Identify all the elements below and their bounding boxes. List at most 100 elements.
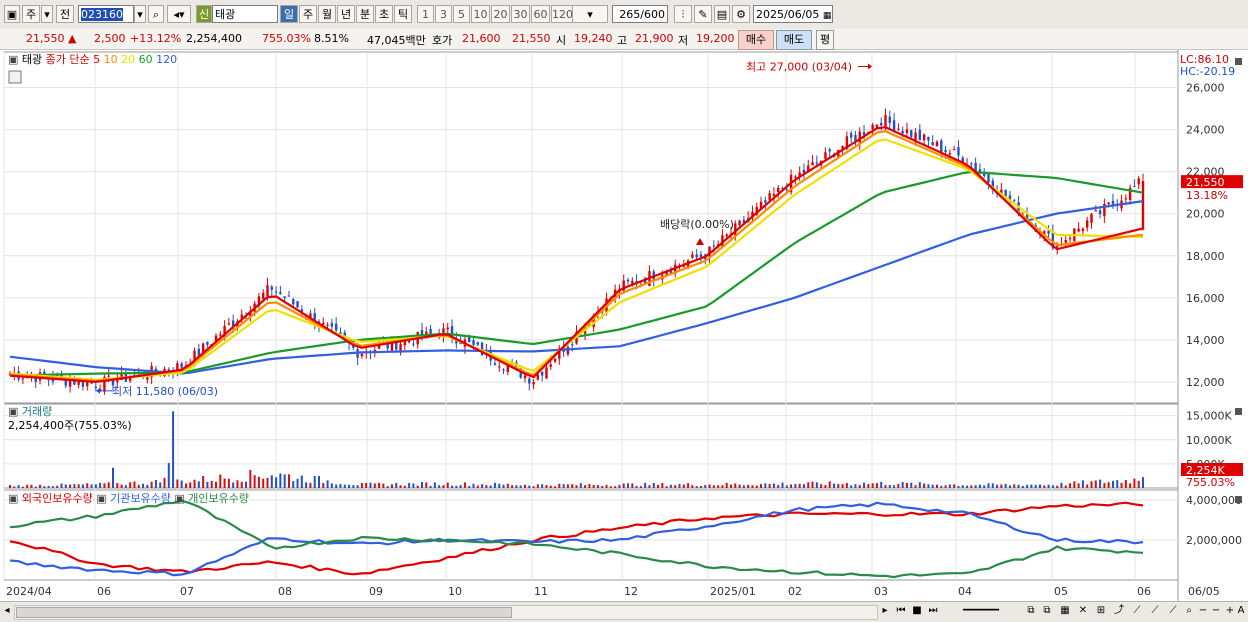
- candle-body: [206, 341, 209, 345]
- candle-body: [970, 163, 973, 165]
- holding-legend-1: 기관보유수량: [110, 492, 174, 505]
- mode-select[interactable]: 주: [22, 5, 40, 23]
- prev-button[interactable]: 전: [56, 5, 74, 23]
- volume-title-icon: ▣: [8, 405, 22, 418]
- stock-name-field[interactable]: 태광: [212, 5, 278, 23]
- candle-body: [296, 301, 299, 308]
- period-extra-select[interactable]: ▾: [572, 5, 608, 23]
- count-input[interactable]: 265/600: [612, 5, 668, 23]
- line-tool-2-icon[interactable]: ⟋: [1148, 604, 1162, 618]
- gear-icon[interactable]: ⚙: [732, 5, 750, 23]
- candle-body: [86, 382, 89, 387]
- stop-icon[interactable]: ■: [910, 604, 924, 618]
- zoom-slider[interactable]: ━━━━━━: [946, 604, 1016, 618]
- period-tab-6[interactable]: 틱: [394, 5, 412, 23]
- zoom-icon[interactable]: ⌕: [1182, 604, 1196, 618]
- candle-body: [107, 375, 110, 377]
- volume-bar: [335, 484, 338, 488]
- indicator-icon[interactable]: ⊞: [1094, 604, 1108, 618]
- candle-body: [34, 378, 37, 382]
- candle-body: [828, 149, 831, 152]
- chevron-down-icon[interactable]: ▾: [41, 5, 53, 23]
- open-label: 시: [556, 34, 567, 47]
- volume-bar: [56, 485, 59, 488]
- candle-body: [287, 295, 291, 297]
- interval-5[interactable]: 5: [453, 5, 470, 23]
- forward-icon[interactable]: ⏭: [926, 604, 940, 618]
- font-size-icon[interactable]: A: [1234, 604, 1248, 618]
- volume-bar: [266, 477, 269, 488]
- volume-bar: [403, 485, 406, 488]
- sell-button[interactable]: 매도: [776, 30, 812, 50]
- candle-body: [922, 134, 926, 141]
- volume-bar: [627, 483, 629, 488]
- ma-legend-20: 20: [121, 53, 139, 66]
- layout-icon[interactable]: ⧉: [1024, 604, 1038, 618]
- candle-body: [1047, 230, 1050, 234]
- volume-bar: [378, 482, 381, 488]
- period-tab-3[interactable]: 년: [337, 5, 355, 23]
- window-menu-icon[interactable]: ▣: [4, 5, 20, 23]
- period-tab-4[interactable]: 분: [356, 5, 374, 23]
- candle-body: [330, 323, 334, 327]
- zoom-reset-icon[interactable]: −: [1209, 604, 1223, 618]
- volume-bar: [987, 483, 990, 488]
- volume-bar: [9, 485, 11, 488]
- interval-3[interactable]: 3: [435, 5, 452, 23]
- candle-body: [502, 369, 505, 371]
- interval-30[interactable]: 30: [511, 5, 530, 23]
- date-tick-label: 06: [1137, 585, 1151, 598]
- candle-body: [571, 344, 574, 346]
- speaker-icon[interactable]: ◂▾: [167, 5, 191, 23]
- interval-1[interactable]: 1: [417, 5, 434, 23]
- line-tool-icon[interactable]: ⟋: [1130, 604, 1144, 618]
- volume-bar: [596, 485, 599, 488]
- candle-icon[interactable]: ⫶: [674, 5, 692, 23]
- scroll-left-icon[interactable]: ◂: [0, 604, 14, 618]
- date-tick-label: 11: [534, 585, 548, 598]
- horizontal-scrollbar[interactable]: [14, 605, 878, 620]
- low-value: 19,200: [696, 32, 735, 45]
- grid-icon[interactable]: ▦: [1058, 604, 1072, 618]
- scroll-thumb[interactable]: [16, 607, 512, 618]
- crosshair-icon[interactable]: ✕: [1076, 604, 1090, 618]
- line-tool-3-icon[interactable]: ⟋: [1166, 604, 1180, 618]
- chevron-down-icon[interactable]: ▾: [134, 5, 146, 23]
- candle-body: [292, 299, 295, 305]
- volume-bar: [691, 485, 694, 488]
- volume-bar: [871, 483, 874, 488]
- stock-chart[interactable]: 26,00024,00022,00020,00018,00016,00014,0…: [0, 50, 1248, 601]
- interval-120[interactable]: 120: [551, 5, 573, 23]
- period-tab-1[interactable]: 주: [299, 5, 317, 23]
- period-tab-2[interactable]: 월: [318, 5, 336, 23]
- interval-10[interactable]: 10: [471, 5, 490, 23]
- current-price-pct: 13.18%: [1186, 189, 1228, 202]
- tools-icon[interactable]: ✎: [694, 5, 712, 23]
- split-icon[interactable]: ⧉: [1040, 604, 1054, 618]
- candle-body: [927, 136, 930, 141]
- volume-bar: [1073, 481, 1076, 488]
- ma-legend-60: 60: [139, 53, 157, 66]
- period-tab-0[interactable]: 일: [280, 5, 298, 23]
- save-icon[interactable]: ▤: [714, 5, 730, 23]
- rewind-icon[interactable]: ⏮: [894, 604, 908, 618]
- date-tick-label: 2024/04: [6, 585, 52, 598]
- eval-button[interactable]: 평: [816, 30, 834, 50]
- calendar-icon[interactable]: ▦: [823, 11, 832, 21]
- interval-60[interactable]: 60: [531, 5, 550, 23]
- period-tab-5[interactable]: 초: [375, 5, 393, 23]
- date-input[interactable]: 2025/06/05 ▦: [753, 5, 833, 23]
- export-icon[interactable]: ⤴: [1112, 604, 1126, 618]
- search-icon[interactable]: ⌕: [148, 5, 164, 23]
- scroll-right-icon[interactable]: ▸: [878, 604, 892, 618]
- volume-bar: [1043, 485, 1046, 488]
- price-tick-label: 24,000: [1186, 124, 1225, 137]
- buy-button[interactable]: 매수: [738, 30, 774, 50]
- stock-code-input[interactable]: 023160: [78, 5, 134, 23]
- volume-bar: [768, 483, 771, 488]
- interval-20[interactable]: 20: [491, 5, 510, 23]
- volume-bar: [1069, 483, 1072, 488]
- volume-bar: [609, 486, 612, 488]
- zoom-out-icon[interactable]: −: [1196, 604, 1210, 618]
- volume-bar: [996, 484, 999, 488]
